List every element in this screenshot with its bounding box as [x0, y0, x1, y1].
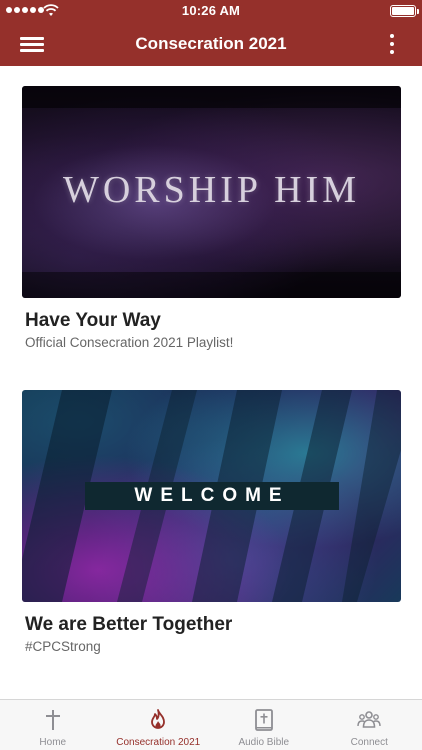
tab-audio-bible[interactable]: Audio Bible	[211, 700, 317, 750]
status-time: 10:26 AM	[181, 3, 241, 18]
tab-label: Home	[39, 737, 67, 748]
people-icon	[357, 711, 381, 728]
tab-label: Connect	[350, 737, 388, 748]
card-subtitle: #CPCStrong	[25, 639, 101, 654]
status-bar: 10:26 AM	[0, 0, 422, 22]
nav-bar: Consecration 2021	[0, 22, 422, 66]
tab-consecration-2021[interactable]: Consecration 2021	[106, 700, 212, 750]
welcome-banner: WELCOME	[85, 482, 339, 510]
media-card-have-your-way[interactable]: Worship Him Have Your Way Official Conse…	[22, 86, 401, 350]
tab-home[interactable]: Home	[0, 700, 106, 750]
more-options-icon[interactable]	[388, 32, 396, 56]
tab-bar: Home Consecration 2021 Audio Bible Conne…	[0, 699, 422, 750]
card-title: Have Your Way	[25, 310, 161, 331]
card-subtitle: Official Consecration 2021 Playlist!	[25, 335, 234, 350]
thumbnail-text: Worship Him	[63, 169, 360, 211]
welcome-thumbnail[interactable]: WELCOME	[22, 390, 401, 602]
hamburger-menu-icon[interactable]	[20, 34, 44, 54]
tab-label: Consecration 2021	[116, 737, 201, 748]
tab-label: Audio Bible	[238, 737, 290, 748]
card-title: We are Better Together	[25, 614, 233, 635]
page-title: Consecration 2021	[135, 34, 287, 53]
battery-icon	[390, 5, 419, 17]
cross-icon	[45, 710, 60, 730]
tab-connect[interactable]: Connect	[317, 700, 422, 750]
worship-him-thumbnail[interactable]: Worship Him	[22, 86, 401, 298]
media-card-better-together[interactable]: WELCOME We are Better Together #CPCStron…	[22, 390, 401, 654]
flame-icon	[151, 709, 166, 729]
bible-icon	[254, 709, 273, 731]
